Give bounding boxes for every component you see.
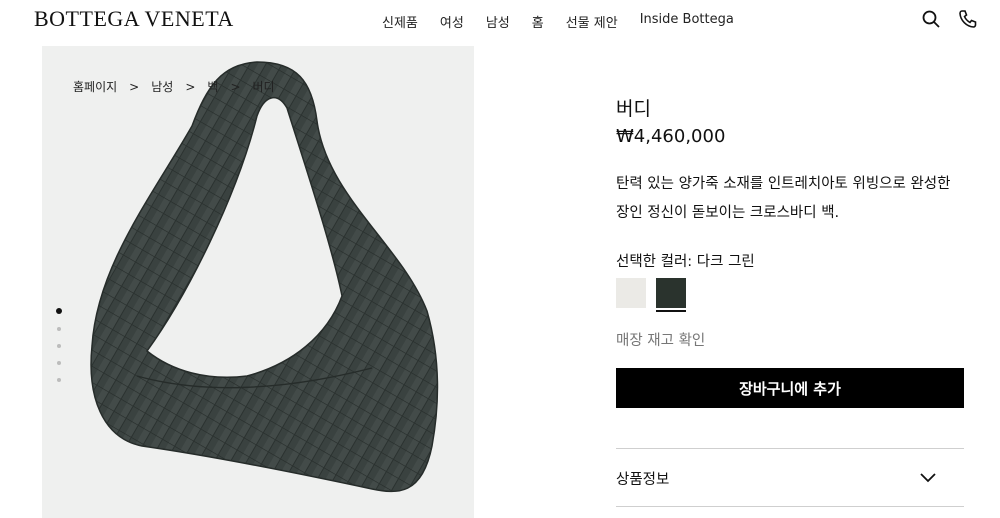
product-image xyxy=(90,61,439,493)
breadcrumb-current: 버디 xyxy=(252,80,275,94)
gallery-dot-4[interactable] xyxy=(57,361,61,365)
phone-icon[interactable] xyxy=(958,9,978,29)
nav-men[interactable]: 남성 xyxy=(486,12,510,31)
product-name: 버디 xyxy=(616,98,651,120)
add-to-cart-button[interactable]: 장바구니에 추가 xyxy=(616,368,964,408)
brand-logo[interactable]: BOTTEGA VENETA xyxy=(34,6,234,32)
breadcrumb-separator: > xyxy=(129,79,140,94)
breadcrumb-men[interactable]: 남성 xyxy=(151,78,173,95)
selected-color-label: 선택한 컬러: 다크 그린 xyxy=(616,254,755,270)
breadcrumb-home[interactable]: 홈페이지 xyxy=(73,78,117,95)
color-swatch-white[interactable] xyxy=(616,278,646,308)
product-price: ₩4,460,000 xyxy=(616,126,726,147)
search-icon[interactable] xyxy=(921,9,941,29)
nav-gifts[interactable]: 선물 제안 xyxy=(566,12,618,31)
nav-inside-bottega[interactable]: Inside Bottega xyxy=(640,12,734,31)
breadcrumb-bags[interactable]: 백 xyxy=(207,78,218,95)
color-swatch-dark-green[interactable] xyxy=(656,278,686,308)
store-stock-link[interactable]: 매장 재고 확인 xyxy=(616,329,705,350)
nav-women[interactable]: 여성 xyxy=(440,12,464,31)
gallery-dot-1[interactable] xyxy=(56,308,62,314)
selected-swatch-indicator xyxy=(656,310,686,312)
breadcrumb-separator: > xyxy=(230,79,241,94)
product-description: 탄력 있는 양가죽 소재를 인트레치아토 위빙으로 완성한 장인 정신이 돋보이… xyxy=(616,176,951,221)
site-header: BOTTEGA VENETA 신제품 여성 남성 홈 선물 제안 Inside … xyxy=(0,0,1000,40)
nav-new-arrivals[interactable]: 신제품 xyxy=(382,12,418,31)
nav-home[interactable]: 홈 xyxy=(532,12,544,31)
divider xyxy=(616,506,964,507)
divider xyxy=(616,448,964,449)
gallery-dot-3[interactable] xyxy=(57,344,61,348)
gallery-dot-5[interactable] xyxy=(57,378,61,382)
breadcrumb: 홈페이지 > 남성 > 백 > 버디 xyxy=(73,78,275,95)
chevron-down-icon[interactable] xyxy=(918,468,938,488)
product-image-gallery[interactable]: 홈페이지 > 남성 > 백 > 버디 xyxy=(42,46,474,518)
gallery-dot-2[interactable] xyxy=(57,327,61,331)
main-nav: 신제품 여성 남성 홈 선물 제안 Inside Bottega xyxy=(382,12,734,31)
gallery-pagination xyxy=(56,308,62,382)
breadcrumb-separator: > xyxy=(185,79,196,94)
product-info-accordion[interactable]: 상품정보 xyxy=(616,468,669,489)
